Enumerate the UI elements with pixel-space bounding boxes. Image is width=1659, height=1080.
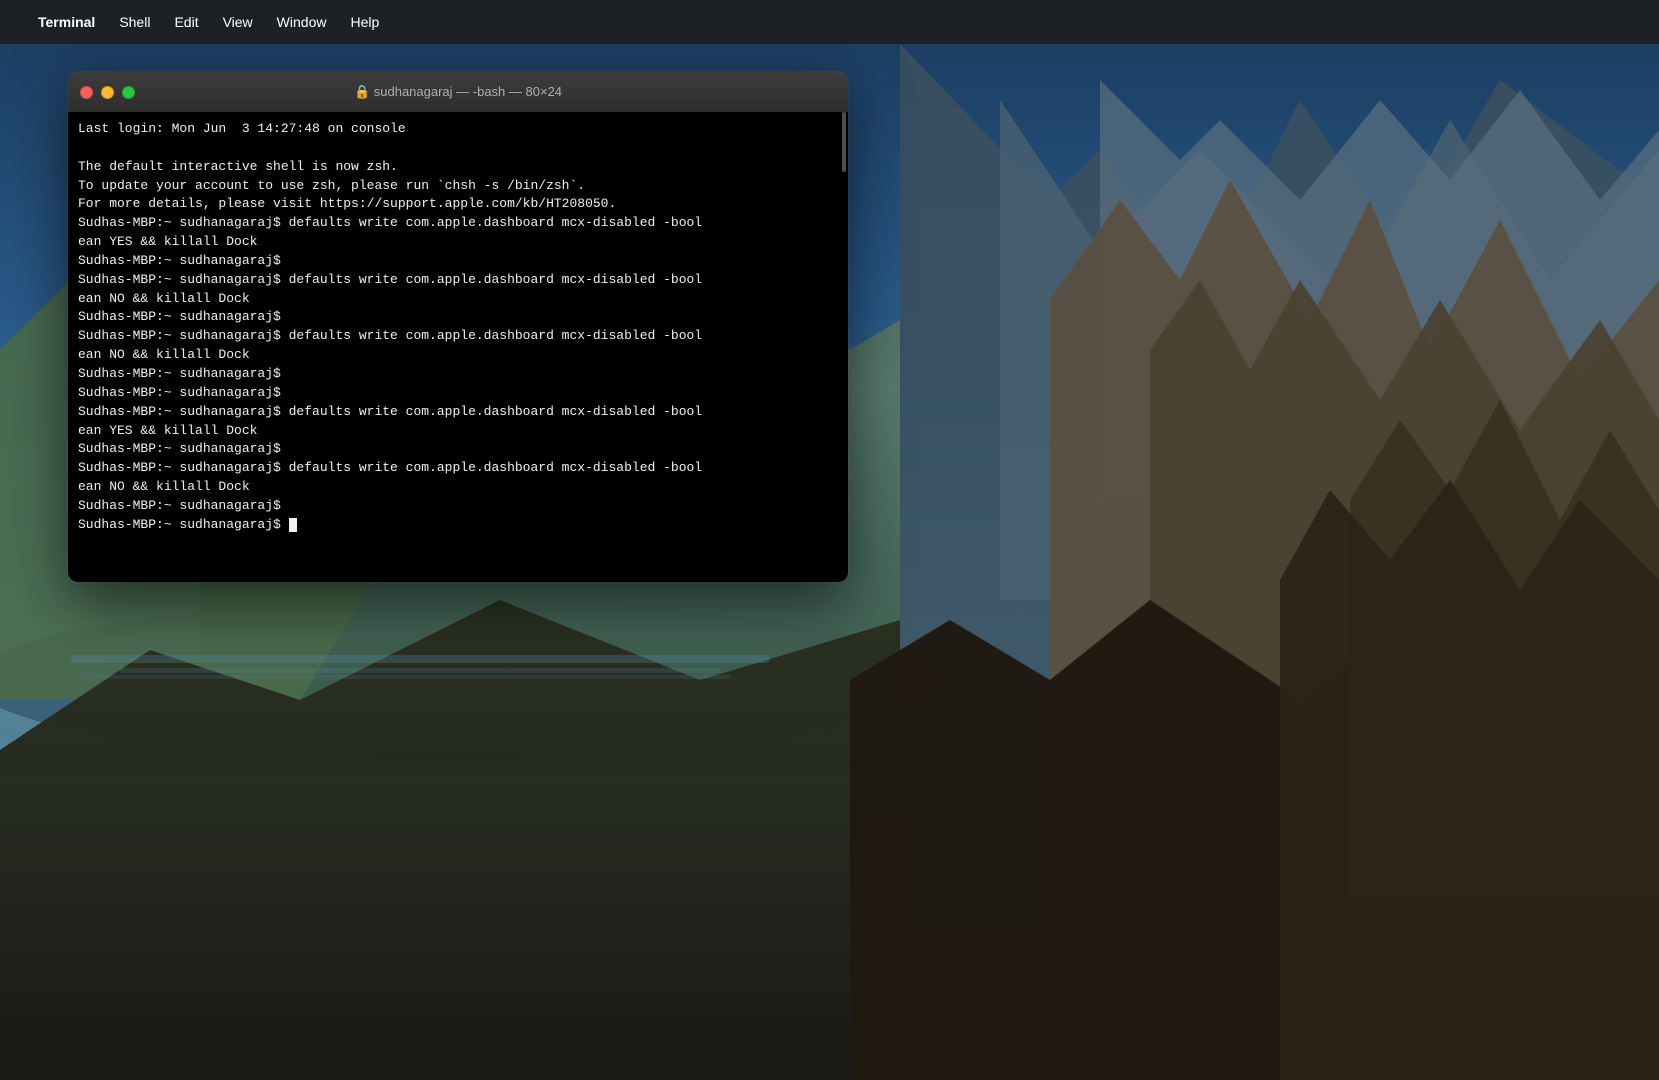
terminal-cursor (289, 518, 297, 532)
menubar-shell[interactable]: Shell (109, 10, 160, 34)
menubar-edit[interactable]: Edit (164, 10, 208, 34)
menubar-view[interactable]: View (213, 10, 263, 34)
menubar-help[interactable]: Help (340, 10, 389, 34)
terminal-body[interactable]: Last login: Mon Jun 3 14:27:48 on consol… (68, 112, 848, 582)
terminal-title: 🔒 sudhanagaraj — -bash — 80×24 (354, 84, 562, 100)
terminal-window: 🔒 sudhanagaraj — -bash — 80×24 Last logi… (68, 72, 848, 582)
terminal-titlebar: 🔒 sudhanagaraj — -bash — 80×24 (68, 72, 848, 112)
menubar-window[interactable]: Window (267, 10, 337, 34)
close-button[interactable] (80, 86, 93, 99)
traffic-lights (80, 86, 135, 99)
minimize-button[interactable] (101, 86, 114, 99)
terminal-output: Last login: Mon Jun 3 14:27:48 on consol… (78, 120, 838, 535)
menubar: Terminal Shell Edit View Window Help (0, 0, 1659, 44)
menubar-terminal[interactable]: Terminal (28, 10, 105, 34)
maximize-button[interactable] (122, 86, 135, 99)
terminal-scrollbar[interactable] (842, 112, 846, 172)
